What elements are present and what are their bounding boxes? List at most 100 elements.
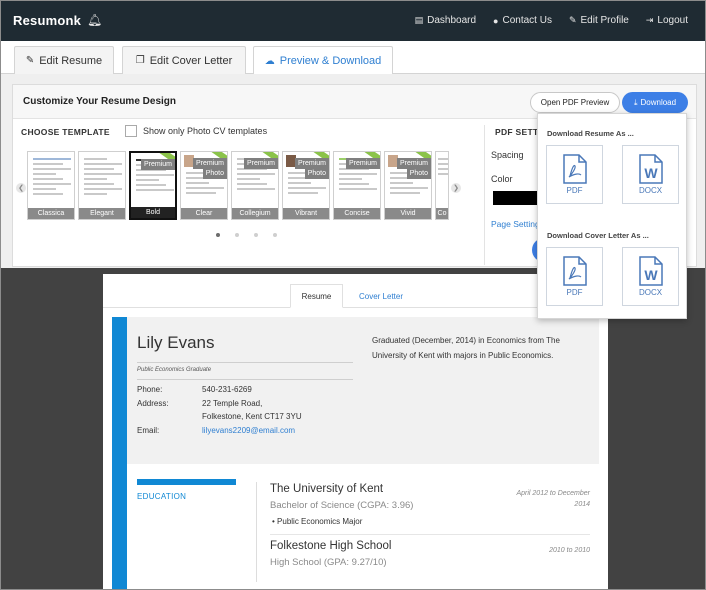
template-label: Concise	[334, 208, 380, 219]
tab-edit-cover-label: Edit Cover Letter	[149, 54, 233, 67]
nav-logout[interactable]: ⇥ Logout	[646, 15, 688, 26]
address-line2: Folkestone, Kent CT17 3YU	[202, 412, 302, 421]
tab-preview-label: Preview & Download	[279, 55, 382, 67]
education-date-line: 2010 to 2010	[549, 547, 590, 554]
open-pdf-preview-button[interactable]: Open PDF Preview	[530, 92, 620, 113]
carousel-next-icon[interactable]: ❯	[451, 183, 461, 193]
template-thumb-concise[interactable]: Premium Concise	[333, 151, 381, 220]
carousel-dot[interactable]	[273, 233, 277, 237]
education-school: The University of Kent	[270, 483, 384, 495]
download-cover-pdf[interactable]: PDF	[546, 247, 603, 306]
premium-badge: Premium	[345, 158, 380, 169]
dashboard-icon: ▤	[414, 15, 424, 25]
carousel-prev-icon[interactable]: ❮	[16, 183, 26, 193]
template-label: Vibrant	[283, 208, 329, 219]
cloud-download-icon: ☁	[264, 55, 275, 67]
template-thumb-clear[interactable]: Premium Photo Clear	[180, 151, 228, 220]
resume-header: Lily Evans Public Economics Graduate Pho…	[127, 317, 599, 464]
editor-tabs: ✎ Edit Resume ❐ Edit Cover Letter ☁ Prev…	[0, 41, 706, 75]
pencil-icon: ✎	[568, 15, 577, 25]
template-label: Vivid	[385, 208, 431, 219]
education-date: April 2012 to December 2014	[516, 488, 590, 510]
chat-icon: ●	[493, 15, 499, 26]
photo-badge: Photo	[202, 168, 227, 179]
template-thumb-vibrant[interactable]: Premium Photo Vibrant	[282, 151, 330, 220]
template-thumb-vivid[interactable]: Premium Photo Vivid	[384, 151, 432, 220]
template-thumb-classica[interactable]: Classica	[27, 151, 75, 220]
top-navbar: Resumonk 🔔︎ ▤ Dashboard ● Contact Us ✎ E…	[0, 0, 706, 41]
preview-tabs: Resume Cover Letter	[103, 284, 608, 308]
bell-icon[interactable]: 🔔︎	[87, 13, 102, 27]
nav-logout-label: Logout	[657, 15, 688, 26]
resume-document: Lily Evans Public Economics Graduate Pho…	[112, 317, 599, 590]
education-degree: High School (GPA: 9.27/10)	[270, 557, 387, 568]
carousel-dot[interactable]	[216, 233, 220, 237]
address-row: Address: 22 Temple Road,	[137, 399, 262, 408]
carousel-dot[interactable]	[235, 233, 239, 237]
download-cover-heading: Download Cover Letter As ...	[547, 231, 649, 240]
docx-label: DOCX	[638, 288, 663, 297]
photo-badge: Photo	[304, 168, 329, 179]
nav-contact-label: Contact Us	[502, 15, 552, 26]
carousel-dots	[216, 233, 277, 237]
nav-contact-us[interactable]: ● Contact Us	[493, 15, 552, 26]
top-nav: ▤ Dashboard ● Contact Us ✎ Edit Profile …	[415, 15, 688, 26]
nav-edit-profile[interactable]: ✎ Edit Profile	[569, 15, 629, 26]
education-date-line: 2014	[574, 501, 590, 508]
page-settings-link[interactable]: Page Settings	[491, 219, 544, 229]
education-school: Folkestone High School	[270, 540, 392, 552]
pdf-label: PDF	[566, 288, 583, 297]
template-thumb-elegant[interactable]: Elegant	[78, 151, 126, 220]
pdf-icon	[562, 256, 587, 286]
education-heading: EDUCATION	[137, 492, 187, 501]
logout-icon: ⇥	[645, 15, 654, 25]
template-thumb-collegium[interactable]: Premium Collegium	[231, 151, 279, 220]
resume-accent-stripe	[112, 317, 127, 590]
download-resume-pdf[interactable]: PDF	[546, 145, 603, 204]
nav-dashboard-label: Dashboard	[427, 15, 477, 26]
template-label: Co	[436, 208, 448, 219]
download-icon: ⤓	[633, 97, 638, 107]
template-thumb-partial[interactable]: Co	[435, 151, 449, 220]
download-button[interactable]: ⤓ Download	[622, 92, 688, 113]
email-link[interactable]: lilyevans2209@email.com	[202, 426, 295, 435]
education-degree: Bachelor of Science (CGPA: 3.96)	[270, 500, 414, 511]
tab-cover-letter[interactable]: Cover Letter	[346, 284, 416, 308]
template-thumb-bold[interactable]: Premium Bold	[129, 151, 177, 220]
template-label: Classica	[28, 208, 74, 219]
phone-label: Phone:	[137, 385, 163, 394]
email-label: Email:	[137, 426, 160, 435]
tab-edit-resume[interactable]: ✎ Edit Resume	[14, 46, 114, 74]
customize-title: Customize Your Resume Design	[23, 96, 176, 107]
svg-text:W: W	[644, 267, 658, 283]
pdf-label: PDF	[566, 186, 583, 195]
resume-name: Lily Evans	[137, 333, 215, 352]
tab-resume[interactable]: Resume	[290, 284, 343, 308]
spacing-label: Spacing	[491, 150, 524, 160]
photo-badge: Photo	[406, 168, 431, 179]
brand-logo[interactable]: Resumonk	[13, 13, 81, 28]
word-icon: W	[638, 154, 663, 184]
word-icon: W	[638, 256, 663, 286]
template-label: Collegium	[232, 208, 278, 219]
address-line1: 22 Temple Road,	[202, 399, 263, 408]
nav-edit-profile-label: Edit Profile	[580, 15, 629, 26]
email-row: Email: lilyevans2209@email.com	[137, 426, 295, 435]
tab-edit-resume-label: Edit Resume	[39, 54, 103, 67]
docx-label: DOCX	[638, 186, 663, 195]
nav-dashboard[interactable]: ▤ Dashboard	[415, 15, 476, 26]
download-resume-heading: Download Resume As ...	[547, 129, 634, 138]
copy-icon: ❐	[135, 55, 145, 66]
tab-edit-cover-letter[interactable]: ❐ Edit Cover Letter	[122, 46, 246, 74]
address-label: Address:	[137, 399, 169, 408]
pdf-icon	[562, 154, 587, 184]
download-resume-docx[interactable]: W DOCX	[622, 145, 679, 204]
photo-only-checkbox[interactable]	[125, 125, 137, 137]
tab-preview-download[interactable]: ☁ Preview & Download	[253, 46, 393, 75]
download-cover-docx[interactable]: W DOCX	[622, 247, 679, 306]
carousel-dot[interactable]	[254, 233, 258, 237]
photo-only-label: Show only Photo CV templates	[143, 126, 268, 136]
resume-preview: Resume Cover Letter Lily Evans Public Ec…	[103, 274, 608, 590]
photo-only-toggle[interactable]: Show only Photo CV templates	[125, 125, 267, 137]
template-label: Elegant	[79, 208, 125, 219]
